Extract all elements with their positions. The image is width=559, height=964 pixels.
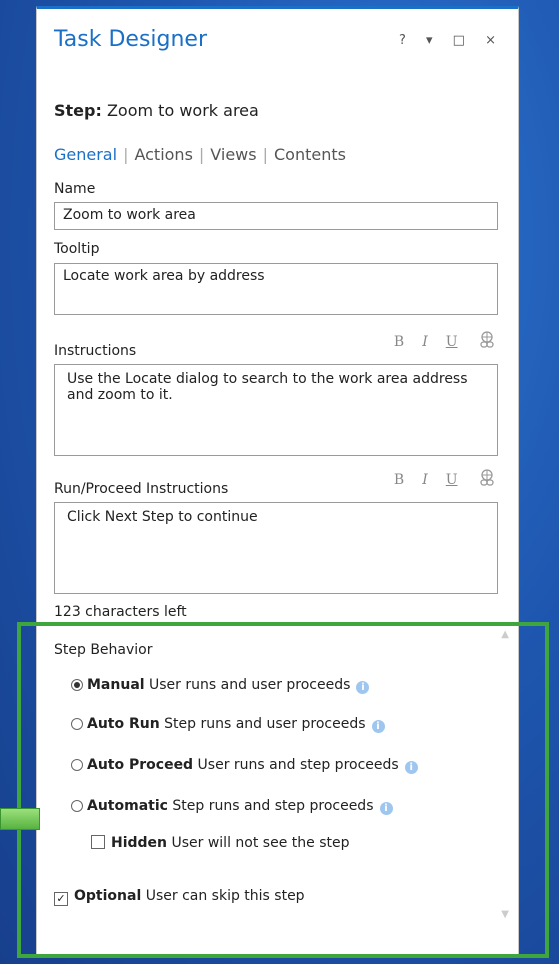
run-proceed-format-toolbar: BIU (376, 469, 496, 488)
tab-views[interactable]: Views (210, 145, 256, 164)
tab-strip: General | Actions | Views | Contents (54, 145, 346, 164)
tooltip-field[interactable]: Locate work area by address (54, 263, 498, 315)
step-name: Zoom to work area (106, 101, 259, 120)
tab-general[interactable]: General (54, 145, 117, 164)
bold-button[interactable]: B (394, 472, 404, 488)
link-icon[interactable] (478, 469, 496, 487)
pane-title-bar: Task Designer ? ▾ □ × (54, 27, 508, 59)
highlight-box (17, 622, 549, 958)
link-icon[interactable] (478, 331, 496, 349)
tab-contents[interactable]: Contents (274, 145, 346, 164)
instructions-format-toolbar: BIU (376, 331, 496, 350)
characters-left: 123 characters left (54, 604, 187, 620)
run-proceed-label: Run/Proceed Instructions (54, 481, 229, 497)
maximize-icon[interactable]: □ (453, 33, 473, 48)
underline-button[interactable]: U (446, 334, 458, 350)
name-field[interactable]: Zoom to work area (54, 202, 498, 230)
instructions-label: Instructions (54, 343, 137, 359)
pane-controls: ? ▾ □ × (399, 33, 504, 48)
underline-button[interactable]: U (446, 472, 458, 488)
tab-separator: | (123, 145, 129, 164)
italic-button[interactable]: I (422, 472, 428, 488)
help-button[interactable]: ? (399, 33, 414, 48)
tooltip-label: Tooltip (54, 241, 100, 257)
name-label: Name (54, 181, 96, 197)
tab-separator: | (262, 145, 268, 164)
instructions-field[interactable]: Use the Locate dialog to search to the w… (54, 364, 498, 456)
step-heading: Step: Zoom to work area (54, 101, 259, 120)
tab-separator: | (198, 145, 205, 164)
close-icon[interactable]: × (485, 33, 504, 48)
bold-button[interactable]: B (394, 334, 404, 350)
tab-actions[interactable]: Actions (134, 145, 192, 164)
run-proceed-field[interactable]: Click Next Step to continue (54, 502, 498, 594)
dropdown-icon[interactable]: ▾ (426, 33, 441, 48)
italic-button[interactable]: I (422, 334, 428, 350)
pane-title: Task Designer (54, 27, 208, 52)
highlight-callout-tab (0, 808, 40, 830)
step-label: Step: (54, 101, 102, 120)
